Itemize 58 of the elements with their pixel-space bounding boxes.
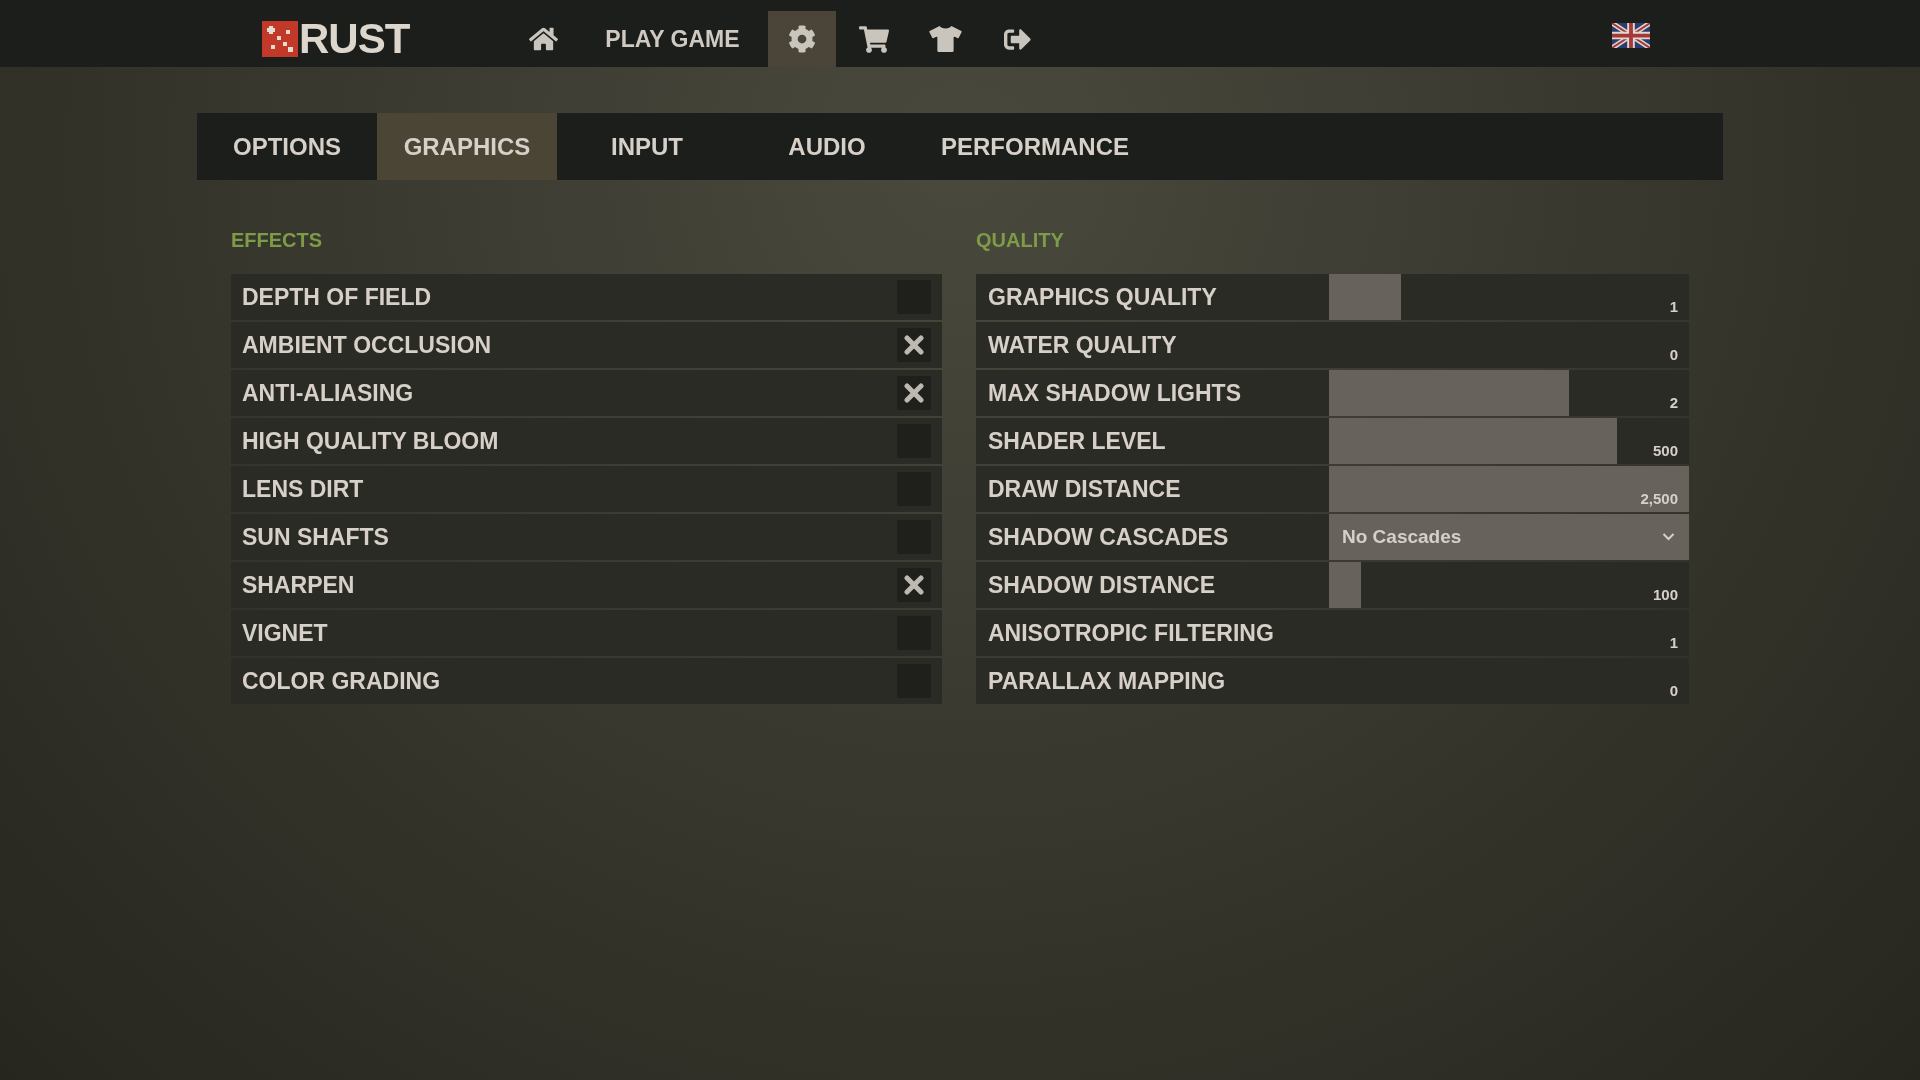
setting-label: SHADER LEVEL	[988, 426, 1166, 456]
select-dropdown[interactable]: No Cascades	[1329, 514, 1689, 560]
logo-text: RUST	[299, 18, 410, 60]
tab[interactable]: INPUT	[557, 113, 737, 180]
tab[interactable]: GRAPHICS	[377, 113, 557, 180]
checkbox[interactable]	[897, 568, 931, 602]
setting-label: GRAPHICS QUALITY	[988, 282, 1217, 312]
setting-label: COLOR GRADING	[242, 667, 441, 694]
slider-track[interactable]: 500	[1329, 418, 1689, 464]
setting-label: HIGH QUALITY BLOOM	[242, 427, 499, 454]
setting-label: PARALLAX MAPPING	[988, 666, 1226, 696]
shirt-icon	[929, 26, 963, 52]
setting-label: MAX SHADOW LIGHTS	[988, 378, 1241, 408]
nav-link[interactable]: PLAY GAME	[581, 11, 764, 67]
slider-value: 2,500	[1640, 491, 1678, 506]
setting-label: SHADOW CASCADES	[988, 522, 1229, 552]
cross-icon	[904, 575, 924, 595]
setting-label: WATER QUALITY	[988, 330, 1177, 360]
setting-label: AMBIENT OCCLUSION	[242, 331, 492, 358]
slider-track[interactable]: 0	[1329, 322, 1689, 368]
setting-label: VIGNET	[242, 619, 328, 646]
section-heading: QUALITY	[976, 228, 1065, 252]
home-icon	[528, 26, 558, 52]
slider-track[interactable]: 2	[1329, 370, 1689, 416]
checkbox[interactable]	[897, 376, 931, 410]
slider-track[interactable]: 0	[1329, 658, 1689, 704]
chevron-down-icon	[1662, 533, 1675, 541]
section-heading: EFFECTS	[231, 228, 324, 252]
logo-icon	[262, 21, 298, 57]
cart-icon	[858, 25, 889, 53]
slider-value: 100	[1652, 587, 1678, 602]
tab[interactable]: OPTIONS	[197, 113, 377, 180]
flag-icon[interactable]	[1612, 22, 1650, 48]
settings-icon	[787, 25, 816, 53]
setting-label: SHADOW DISTANCE	[988, 570, 1215, 600]
slider-value: 0	[1669, 683, 1678, 698]
cross-icon	[904, 383, 924, 403]
setting-label: DRAW DISTANCE	[988, 474, 1181, 504]
nav-tab[interactable]	[767, 11, 836, 67]
checkbox[interactable]	[897, 328, 931, 362]
slider-value: 0	[1669, 347, 1678, 362]
slider-track[interactable]: 100	[1329, 562, 1689, 608]
slider-track[interactable]: 1	[1329, 274, 1689, 320]
cross-icon	[904, 335, 924, 355]
tab[interactable]: PERFORMANCE	[917, 113, 1153, 180]
slider-value: 1	[1669, 635, 1678, 650]
setting-label: SHARPEN	[242, 571, 355, 598]
setting-label: DEPTH OF FIELD	[242, 283, 432, 310]
slider-track[interactable]: 1	[1329, 610, 1689, 656]
slider-value: 2	[1669, 395, 1678, 410]
setting-label: ANISOTROPIC FILTERING	[988, 618, 1274, 648]
slider-value: 1	[1669, 299, 1678, 314]
tab[interactable]: AUDIO	[737, 113, 917, 180]
setting-label: LENS DIRT	[242, 475, 364, 502]
slider-value: 500	[1652, 443, 1678, 458]
setting-label: SUN SHAFTS	[242, 523, 389, 550]
setting-label: ANTI-ALIASING	[242, 379, 414, 406]
slider-track[interactable]: 2,500	[1329, 466, 1689, 512]
